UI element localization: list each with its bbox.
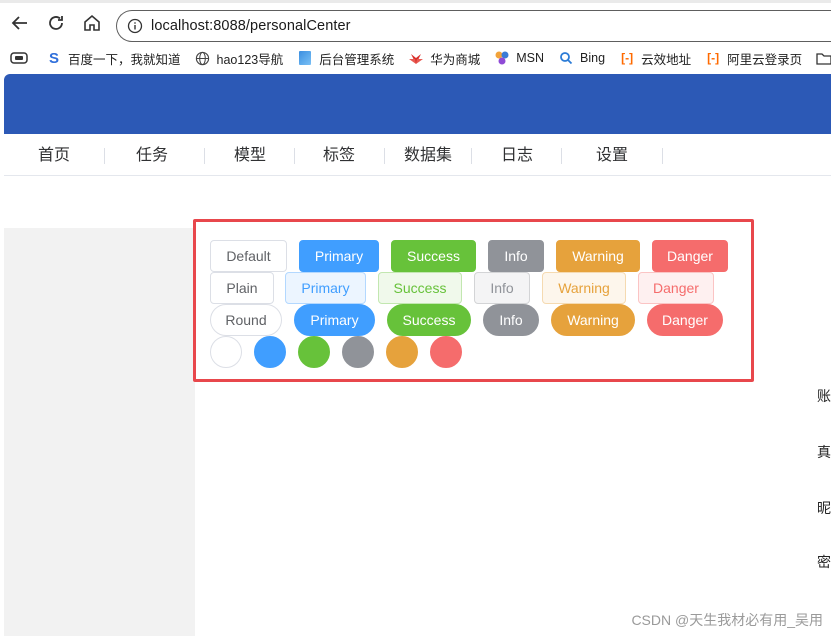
sidebar bbox=[4, 228, 195, 636]
watermark: CSDN @天生我材必有用_吴用 bbox=[631, 612, 823, 628]
aliyun-icon: [-] bbox=[707, 51, 720, 65]
top-menu: 首页 任务 模型 标签 数据集 日志 设置 bbox=[4, 134, 831, 176]
menu-divider bbox=[204, 148, 205, 164]
bookmark-baidu[interactable]: S 百度一下，我就知道 bbox=[46, 49, 181, 68]
menu-item-model[interactable]: 模型 bbox=[234, 134, 266, 176]
menu-divider bbox=[662, 148, 663, 164]
menu-item-task[interactable]: 任务 bbox=[136, 134, 168, 176]
bookmark-label: 云效地址 bbox=[641, 52, 692, 67]
bookmarks-bar: S 百度一下，我就知道 hao123导航 后台管理系统 华为商城 MSN Bin… bbox=[0, 44, 831, 72]
form-label-nickname-partial: 昵 bbox=[817, 500, 831, 516]
page-icon bbox=[297, 50, 313, 66]
menu-divider bbox=[384, 148, 385, 164]
huawei-icon bbox=[408, 50, 424, 66]
bookmark-bing[interactable]: Bing bbox=[558, 50, 605, 66]
aliyun-icon: [-] bbox=[621, 51, 634, 65]
bookmark-msn[interactable]: MSN bbox=[494, 50, 544, 66]
folder-icon bbox=[816, 50, 831, 66]
msn-icon bbox=[494, 50, 510, 66]
bookmark-hao123[interactable]: hao123导航 bbox=[195, 49, 284, 68]
reload-button[interactable] bbox=[38, 5, 74, 41]
info-icon bbox=[127, 18, 143, 34]
highlight-box bbox=[193, 219, 754, 382]
baidu-icon: S bbox=[48, 49, 59, 67]
menu-item-log[interactable]: 日志 bbox=[501, 134, 533, 176]
menu-item-dataset[interactable]: 数据集 bbox=[404, 134, 452, 176]
bookmark-label: Bing bbox=[580, 51, 606, 65]
bookmark-label: 百度一下，我就知道 bbox=[68, 52, 181, 67]
menu-item-settings[interactable]: 设置 bbox=[596, 134, 628, 176]
bookmark-label: MSN bbox=[516, 51, 545, 65]
bookmark-label: 华为商城 bbox=[430, 52, 481, 67]
bookmark-huawei[interactable]: 华为商城 bbox=[408, 49, 480, 68]
browser-toolbar: localhost:8088/personalCenter bbox=[0, 0, 831, 44]
back-arrow-icon bbox=[11, 16, 27, 30]
bookmark-label: 阿里云登录页 bbox=[727, 52, 803, 67]
menu-divider bbox=[104, 148, 105, 164]
back-button[interactable] bbox=[2, 5, 38, 41]
url-text: localhost:8088/personalCenter bbox=[151, 18, 351, 34]
form-label-realname-partial: 真 bbox=[817, 444, 831, 460]
header-banner bbox=[4, 74, 831, 134]
bookmark-yunxiao[interactable]: [-] 云效地址 bbox=[619, 49, 691, 68]
address-bar[interactable]: localhost:8088/personalCenter bbox=[116, 10, 831, 42]
tab-icon bbox=[10, 52, 28, 64]
globe-icon bbox=[195, 50, 211, 66]
bookmark-admin[interactable]: 后台管理系统 bbox=[297, 49, 394, 68]
bookmark-label: 后台管理系统 bbox=[319, 52, 395, 67]
form-label-account-partial: 账 bbox=[817, 388, 831, 404]
bookmark-label: hao123导航 bbox=[216, 52, 284, 67]
search-icon bbox=[558, 50, 574, 66]
menu-divider bbox=[294, 148, 295, 164]
home-button[interactable] bbox=[74, 5, 110, 41]
bookmark-folder[interactable] bbox=[816, 50, 831, 66]
tab-search-button[interactable] bbox=[10, 51, 28, 65]
menu-divider bbox=[471, 148, 472, 164]
menu-item-home[interactable]: 首页 bbox=[38, 134, 70, 176]
menu-item-tag[interactable]: 标签 bbox=[323, 134, 355, 176]
reload-icon bbox=[49, 16, 63, 30]
bookmark-aliyun-login[interactable]: [-] 阿里云登录页 bbox=[705, 49, 802, 68]
form-label-password-partial: 密 bbox=[817, 554, 831, 570]
home-icon bbox=[84, 14, 100, 31]
menu-divider bbox=[561, 148, 562, 164]
